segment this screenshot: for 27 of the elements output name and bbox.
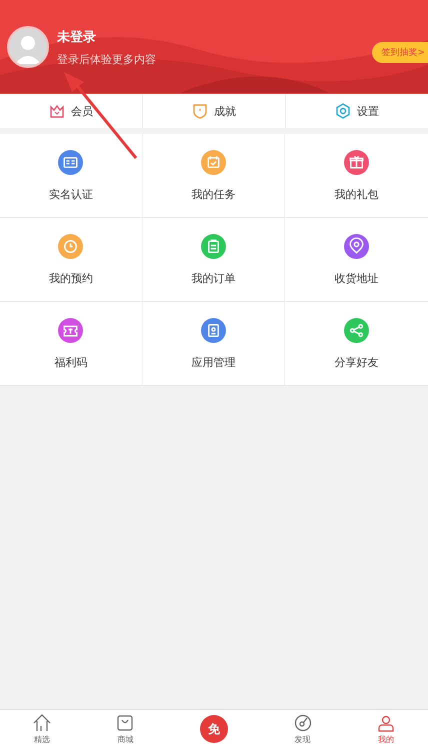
quick-tab[interactable]: 成就	[143, 94, 286, 128]
menu-tile[interactable]: 我的预约	[0, 218, 143, 302]
nav-tab[interactable]: 我的	[377, 714, 396, 744]
login-status[interactable]: 未登录	[57, 28, 156, 46]
compass-icon	[294, 714, 312, 732]
menu-tile[interactable]: 福利码	[0, 302, 143, 386]
menu-tile[interactable]: 我的订单	[142, 218, 286, 302]
quick-tab[interactable]: 设置	[286, 94, 428, 128]
menu-tile[interactable]: 我的任务	[142, 134, 286, 218]
menu-tile[interactable]: 分享好友	[285, 302, 428, 386]
menu-tile[interactable]: 实名认证	[0, 134, 143, 218]
shield-star-icon	[192, 103, 208, 119]
avatar[interactable]	[7, 26, 49, 68]
home-icon	[32, 714, 51, 732]
settings-icon	[335, 103, 351, 119]
menu-tile[interactable]: 我的礼包	[285, 134, 428, 218]
nav-tab[interactable]: 商城	[116, 714, 134, 744]
crown-icon	[49, 103, 65, 119]
person-icon	[377, 714, 396, 732]
bag-icon	[116, 714, 134, 732]
nav-tab[interactable]: 精选	[32, 714, 51, 744]
login-hint: 登录后体验更多内容	[57, 52, 156, 66]
quick-tab[interactable]: 会员	[0, 94, 143, 128]
free-center-button[interactable]: 免	[200, 715, 228, 743]
menu-tile[interactable]: 收货地址	[285, 218, 428, 302]
nav-tab[interactable]: 发现	[294, 714, 312, 744]
menu-tile[interactable]: 应用管理	[142, 302, 286, 386]
